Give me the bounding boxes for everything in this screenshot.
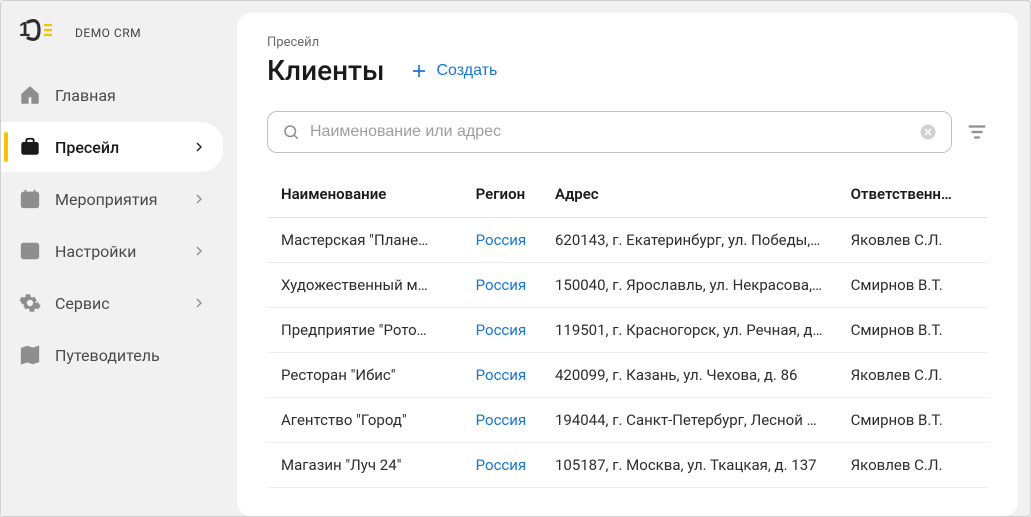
cell-responsible: Яковлев С.Л. <box>837 443 988 488</box>
cell-responsible: Смирнов В.Т. <box>837 263 988 308</box>
search-icon <box>282 123 300 141</box>
sidebar-item-label: Пресейл <box>55 138 191 157</box>
cell-name: Мастерская "Плане… <box>267 218 462 263</box>
search-box[interactable] <box>267 111 952 153</box>
column-header-responsible[interactable]: Ответственн… <box>837 175 988 218</box>
sidebar-item-label: Мероприятия <box>55 190 191 209</box>
briefcase-icon <box>19 136 41 158</box>
chevron-right-icon <box>191 295 207 311</box>
brand-logo: 1 <box>19 19 53 46</box>
create-label: Создать <box>436 62 497 80</box>
cell-name: Предприятие "Рото… <box>267 308 462 353</box>
gear-icon <box>19 292 41 314</box>
cell-address: 105187, г. Москва, ул. Ткацкая, д. 137 <box>541 443 837 488</box>
sidebar-item-home[interactable]: Главная <box>1 70 223 120</box>
sidebar-item-guide[interactable]: Путеводитель <box>1 330 223 380</box>
brand-name: DEMO CRM <box>75 26 141 40</box>
sidebar-item-settings[interactable]: Настройки <box>1 226 223 276</box>
edit-icon <box>19 240 41 262</box>
cell-region[interactable]: Россия <box>462 263 541 308</box>
sidebar-item-label: Путеводитель <box>55 346 207 365</box>
cell-region[interactable]: Россия <box>462 398 541 443</box>
sidebar: 1 DEMO CRM Главная Пресейл <box>1 1 231 516</box>
cell-responsible: Яковлев С.Л. <box>837 218 988 263</box>
column-header-address[interactable]: Адрес <box>541 175 837 218</box>
table-row[interactable]: Мастерская "Плане…Россия620143, г. Екате… <box>267 218 988 263</box>
cell-region[interactable]: Россия <box>462 218 541 263</box>
page-title: Клиенты <box>267 54 384 87</box>
chevron-right-icon <box>191 243 207 259</box>
plus-icon <box>410 62 428 80</box>
cell-address: 194044, г. Санкт-Петербург, Лесной … <box>541 398 837 443</box>
cell-region[interactable]: Россия <box>462 443 541 488</box>
chevron-right-icon <box>191 139 207 155</box>
table-row[interactable]: Художественный м…Россия150040, г. Яросла… <box>267 263 988 308</box>
table-row[interactable]: Агентство "Город"Россия194044, г. Санкт-… <box>267 398 988 443</box>
filter-icon[interactable] <box>966 121 988 143</box>
cell-name: Художественный м… <box>267 263 462 308</box>
cell-region[interactable]: Россия <box>462 353 541 398</box>
table-row[interactable]: Магазин "Луч 24"Россия105187, г. Москва,… <box>267 443 988 488</box>
cell-address: 119501, г. Красногорск, ул. Речная, д… <box>541 308 837 353</box>
main-content: Пресейл Клиенты Создать Наименование Рег… <box>237 13 1018 516</box>
cell-name: Ресторан "Ибис" <box>267 353 462 398</box>
cell-address: 150040, г. Ярославль, ул. Некрасова,… <box>541 263 837 308</box>
sidebar-item-label: Сервис <box>55 294 191 313</box>
breadcrumb: Пресейл <box>267 35 988 50</box>
brand: 1 DEMO CRM <box>1 9 231 70</box>
cell-responsible: Смирнов В.Т. <box>837 398 988 443</box>
sidebar-item-service[interactable]: Сервис <box>1 278 223 328</box>
table-row[interactable]: Ресторан "Ибис"Россия420099, г. Казань, … <box>267 353 988 398</box>
create-button[interactable]: Создать <box>410 62 497 80</box>
nav: Главная Пресейл Мероприятия Настройки Се… <box>1 70 231 380</box>
table-row[interactable]: Предприятие "Рото…Россия119501, г. Красн… <box>267 308 988 353</box>
cell-region[interactable]: Россия <box>462 308 541 353</box>
clients-table: Наименование Регион Адрес Ответственн… М… <box>267 175 988 488</box>
sidebar-item-events[interactable]: Мероприятия <box>1 174 223 224</box>
cell-address: 620143, г. Екатеринбург, ул. Победы, … <box>541 218 837 263</box>
cell-responsible: Яковлев С.Л. <box>837 353 988 398</box>
map-icon <box>19 344 41 366</box>
clear-icon[interactable] <box>919 123 937 141</box>
sidebar-item-label: Главная <box>55 86 207 105</box>
column-header-region[interactable]: Регион <box>462 175 541 218</box>
calendar-icon <box>19 188 41 210</box>
cell-name: Агентство "Город" <box>267 398 462 443</box>
sidebar-item-label: Настройки <box>55 242 191 261</box>
cell-name: Магазин "Луч 24" <box>267 443 462 488</box>
search-input[interactable] <box>310 123 919 141</box>
cell-responsible: Смирнов В.Т. <box>837 308 988 353</box>
home-icon <box>19 84 41 106</box>
sidebar-item-presale[interactable]: Пресейл <box>1 122 223 172</box>
chevron-right-icon <box>191 191 207 207</box>
cell-address: 420099, г. Казань, ул. Чехова, д. 86 <box>541 353 837 398</box>
column-header-name[interactable]: Наименование <box>267 175 462 218</box>
